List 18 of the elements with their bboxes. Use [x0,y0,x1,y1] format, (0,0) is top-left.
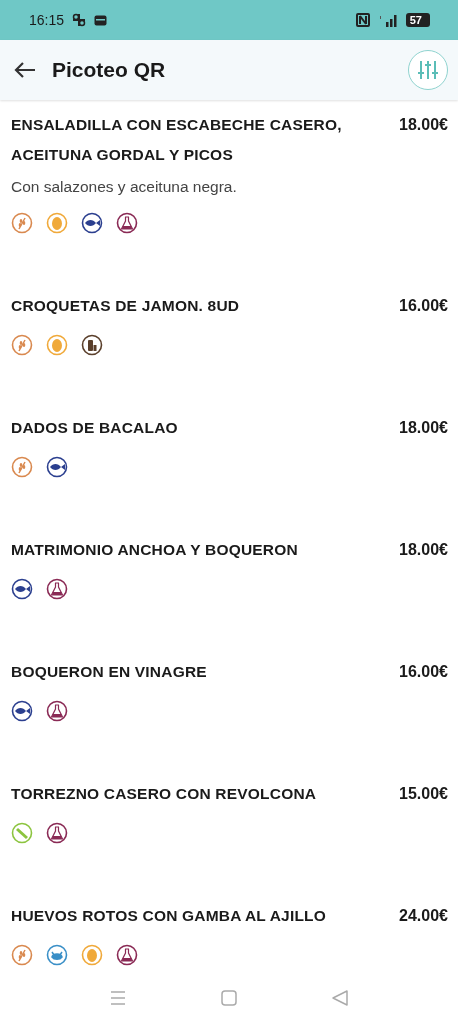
dish-name: MATRIMONIO ANCHOA Y BOQUERON [11,540,299,560]
dish-name: DADOS DE BACALAO [11,418,179,438]
dish-price: 18.00€ [399,115,448,135]
page-title: Picoteo QR [52,58,167,82]
dish-price: 18.00€ [399,418,448,438]
dish-name: BOQUERON EN VINAGRE [11,662,208,682]
dish-price: 15.00€ [399,784,448,804]
dish-price: 16.00€ [399,296,448,316]
dish-description: Con salazones y aceituna negra. [11,177,238,197]
dish-price: 16.00€ [399,662,448,682]
battery-icon: 57 [405,13,430,27]
dish-name: ENSALADILLA CON ESCABECHE CASERO, ACEITUNA GORDAL Y PICOS [11,115,343,165]
dish-name: HUEVOS ROTOS CON GAMBA AL AJILLO [11,906,327,926]
dish-price: 24.00€ [399,906,448,926]
clock: 16:15 [29,12,65,28]
dish-name: CROQUETAS DE JAMON. 8UD [11,296,241,316]
dish-name: TORREZNO CASERO CON REVOLCONA [11,784,318,804]
dish-price: 18.00€ [399,540,448,560]
